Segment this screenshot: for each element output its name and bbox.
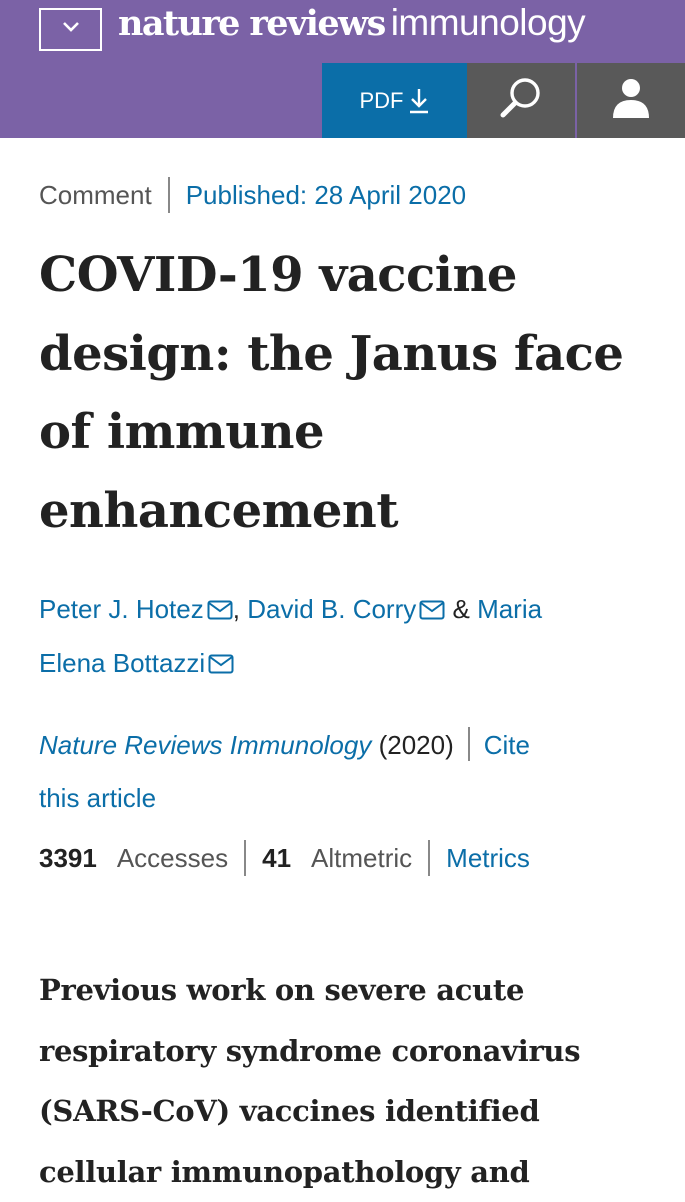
divider <box>428 840 431 876</box>
mail-icon[interactable] <box>419 585 445 637</box>
citation-line: Nature Reviews Immunology (2020) Cite this… <box>39 719 659 825</box>
search-button[interactable] <box>467 63 575 138</box>
logo-brand-light: immunology <box>390 2 586 43</box>
site-header: nature reviews immunology PDF <box>0 0 685 138</box>
accesses-label: Accesses <box>116 842 229 873</box>
citation-year: (2020) <box>378 730 454 760</box>
divider <box>244 840 247 876</box>
cite-label: Cite <box>483 730 530 760</box>
title-line: of immune <box>39 404 325 460</box>
abstract-line: respiratory syndrome coronavirus <box>39 1033 581 1068</box>
journal-logo[interactable]: nature reviews immunology <box>118 2 586 52</box>
chevron-down-icon <box>61 20 81 39</box>
altmetric-label: Altmetric <box>311 842 413 873</box>
article-metrics: 3391 Accesses 41 Altmetric Metrics <box>39 838 530 878</box>
article-meta: Comment Published: 28 April 2020 <box>39 176 466 214</box>
altmetric-count: 41 <box>262 842 292 873</box>
user-icon <box>609 76 653 125</box>
author-link[interactable]: David B. Corry <box>247 594 416 624</box>
published-date: Published: 28 April 2020 <box>185 179 467 210</box>
menu-toggle-button[interactable] <box>39 8 102 51</box>
article-type: Comment <box>39 179 152 210</box>
metrics-link[interactable]: Metrics <box>446 843 530 874</box>
author-list: Peter J. Hotez, David B. Corry & Maria El… <box>39 583 659 691</box>
search-icon <box>495 72 547 129</box>
abstract-line: cellular immunopathology and <box>39 1154 530 1189</box>
pdf-label: PDF <box>359 87 404 113</box>
author-name-part: Maria <box>477 594 543 624</box>
accesses-count: 3391 <box>39 842 97 873</box>
abstract-line: Previous work on severe acute <box>39 973 525 1007</box>
mail-icon[interactable] <box>207 585 233 637</box>
download-icon <box>408 87 430 115</box>
logo-brand-bold: nature reviews <box>118 3 386 44</box>
title-line: enhancement <box>39 482 399 539</box>
author-name-part: Elena Bottazzi <box>39 648 206 678</box>
divider <box>467 727 470 761</box>
article-standfirst: Previous work on severe acute respirator… <box>39 960 659 1202</box>
journal-link[interactable]: Nature Reviews Immunology <box>39 730 371 760</box>
title-line: design: the Janus face <box>39 325 624 382</box>
mail-icon[interactable] <box>208 639 234 691</box>
title-line: COVID-19 vaccine <box>39 247 517 303</box>
author-separator: , <box>232 594 240 624</box>
abstract-line: (SARS-CoV) vaccines identified <box>39 1094 540 1128</box>
download-pdf-button[interactable]: PDF <box>322 63 467 138</box>
author-and: & <box>452 594 470 624</box>
cite-label: this article <box>39 783 157 813</box>
author-link[interactable]: Peter J. Hotez <box>39 594 204 624</box>
article-title: COVID-19 vaccine design: the Janus face … <box>39 236 659 550</box>
divider <box>167 177 170 213</box>
account-button[interactable] <box>577 63 685 138</box>
